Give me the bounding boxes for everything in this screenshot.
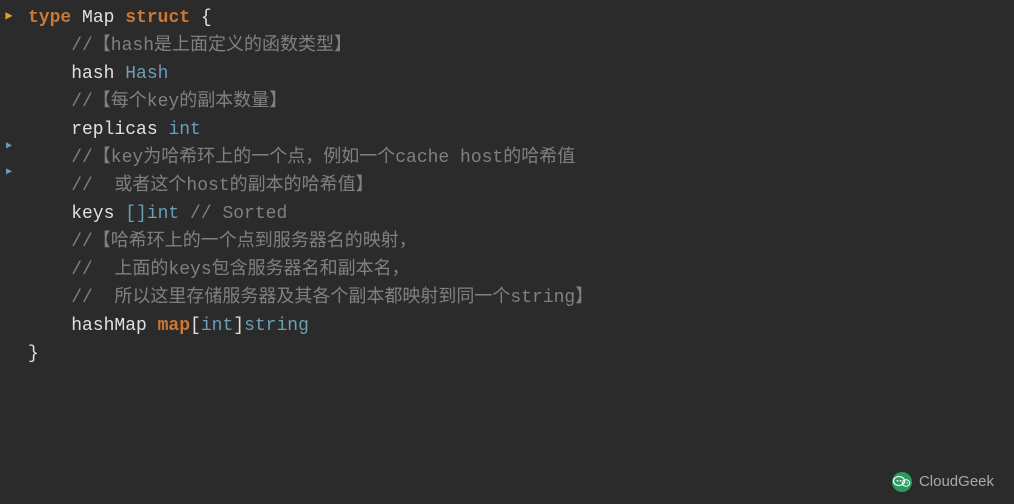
gutter-4 [4,82,14,108]
gutter-5 [4,108,14,134]
code-line-1: type Map struct { [28,4,1014,32]
code-line-9: //【哈希环上的一个点到服务器名的映射， [28,228,1014,256]
field-hashmap: hashMap [28,312,158,340]
watermark-label: CloudGeek [919,470,994,494]
gutter-fold-7: ▶ [4,160,14,186]
comment-sorted: // Sorted [179,200,287,228]
type-int-1: int [168,116,200,144]
code-line-8: keys []int // Sorted [28,200,1014,228]
code-line-13: } [28,340,1014,368]
gutter-9 [4,212,14,238]
comment-7: // 或者这个host的副本的哈希值】 [28,172,374,200]
gutter-2 [4,30,14,56]
bracket-close: ] [233,312,244,340]
gutter-11 [4,264,14,290]
text-map-struct: Map [71,4,125,32]
type-int-2: int [201,312,233,340]
keyword-struct: struct [125,4,190,32]
gutter-10 [4,238,14,264]
comment-10: // 上面的keys包含服务器名和副本名， [28,256,410,284]
gutter-3 [4,56,14,82]
gutter: ▶ ▶ ▶ [0,0,18,504]
code-line-11: // 所以这里存储服务器及其各个副本都映射到同一个string】 [28,284,1014,312]
comment-11: // 所以这里存储服务器及其各个副本都映射到同一个string】 [28,284,593,312]
watermark: CloudGeek [891,470,994,494]
field-hash: hash [28,60,125,88]
keyword-type: type [28,4,71,32]
code-line-5: replicas int [28,116,1014,144]
bracket-open: [ [190,312,201,340]
brace-open: { [190,4,212,32]
code-line-7: // 或者这个host的副本的哈希值】 [28,172,1014,200]
type-slice-int: []int [125,200,179,228]
keyword-map: map [158,312,190,340]
comment-6: //【key为哈希环上的一个点，例如一个cache host的哈希值 [28,144,575,172]
code-line-3: hash Hash [28,60,1014,88]
field-keys: keys [28,200,125,228]
code-editor: ▶ ▶ ▶ type Map struct { //【hash是上面定义的函数类… [0,0,1014,504]
comment-9: //【哈希环上的一个点到服务器名的映射， [28,228,417,256]
code-line-6: //【key为哈希环上的一个点，例如一个cache host的哈希值 [28,144,1014,172]
code-line-4: //【每个key的副本数量】 [28,88,1014,116]
gutter-8 [4,186,14,212]
code-line-10: // 上面的keys包含服务器名和副本名， [28,256,1014,284]
type-string: string [244,312,309,340]
gutter-fold-6: ▶ [4,134,14,160]
code-line-12: hashMap map[int]string [28,312,1014,340]
gutter-fold-1: ▶ [4,4,14,30]
comment-2: //【hash是上面定义的函数类型】 [28,32,352,60]
brace-close: } [28,340,39,368]
code-line-2: //【hash是上面定义的函数类型】 [28,32,1014,60]
gutter-13 [4,316,14,342]
field-replicas: replicas [28,116,168,144]
comment-4: //【每个key的副本数量】 [28,88,287,116]
code-content: type Map struct { //【hash是上面定义的函数类型】 has… [18,0,1014,504]
type-Hash: Hash [125,60,168,88]
wechat-icon [891,471,913,493]
gutter-12 [4,290,14,316]
